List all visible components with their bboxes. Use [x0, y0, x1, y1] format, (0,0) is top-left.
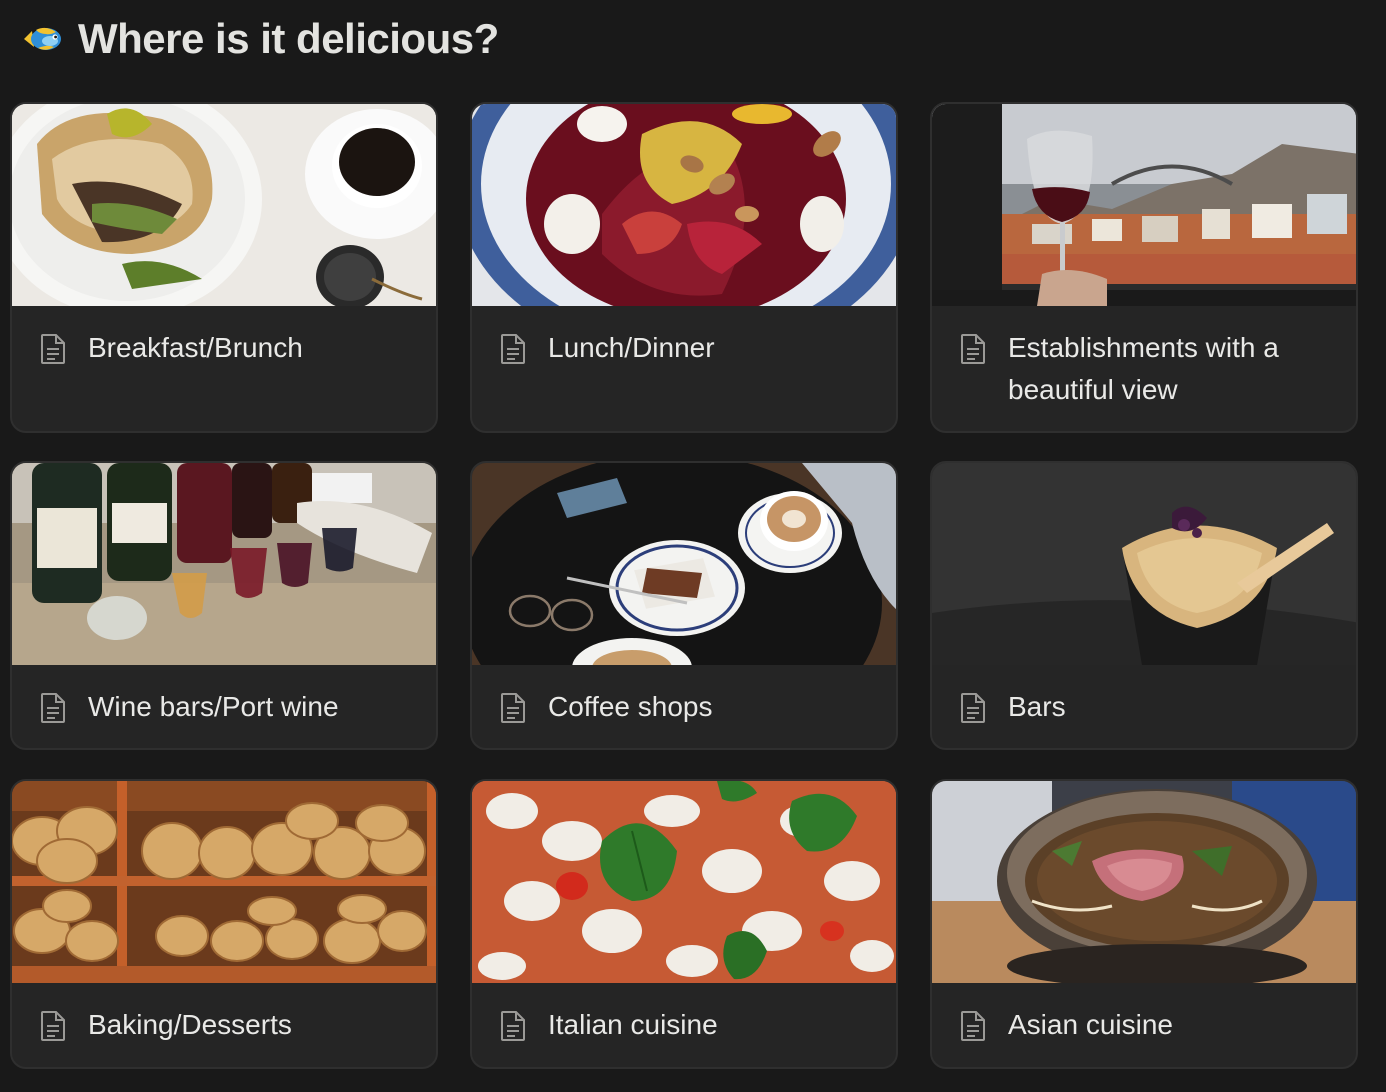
- card-cover-image: [932, 463, 1356, 665]
- card-cover-image: [472, 463, 896, 665]
- page-icon: [961, 693, 985, 723]
- gallery-card-asian-cuisine[interactable]: Asian cuisine: [930, 779, 1358, 1069]
- card-cover-image: [932, 781, 1356, 983]
- card-cover-image: [12, 781, 436, 983]
- card-cover-image: [932, 104, 1356, 306]
- beet-salad-photo: [472, 104, 896, 306]
- card-body: Coffee shops: [472, 665, 896, 748]
- gallery-card-wine-bars[interactable]: Wine bars/Port wine: [10, 461, 438, 750]
- gallery-card-coffee-shops[interactable]: Coffee shops: [470, 461, 898, 750]
- gallery-card-beautiful-view[interactable]: Establishments with a beautiful view: [930, 102, 1358, 433]
- bread-bakery-photo: [12, 781, 436, 983]
- card-title: Coffee shops: [548, 691, 713, 722]
- gallery-card-italian-cuisine[interactable]: Italian cuisine: [470, 779, 898, 1069]
- card-cover-image: [12, 104, 436, 306]
- card-body: Baking/Desserts: [12, 983, 436, 1067]
- card-body: Bars: [932, 665, 1356, 748]
- coffee-and-cake-photo: [472, 463, 896, 665]
- card-cover-image: [472, 104, 896, 306]
- card-title: Lunch/Dinner: [548, 332, 715, 363]
- card-body: Lunch/Dinner: [472, 306, 896, 431]
- card-title: Baking/Desserts: [88, 1009, 292, 1040]
- card-title: Bars: [1008, 691, 1066, 722]
- gallery-grid: Breakfast/Brunch Lunch/Dinner Establishm…: [0, 0, 1386, 1092]
- cocktail-dessert-photo: [932, 463, 1356, 665]
- page: Where is it delicious? Breakfast/Brunch …: [0, 0, 1386, 1092]
- page-icon: [961, 1011, 985, 1041]
- page-icon: [41, 1011, 65, 1041]
- gallery-card-bars[interactable]: Bars: [930, 461, 1358, 750]
- wine-glass-city-view-photo: [932, 104, 1356, 306]
- card-title: Establishments with a beautiful view: [1008, 332, 1279, 405]
- gallery-card-breakfast-brunch[interactable]: Breakfast/Brunch: [10, 102, 438, 433]
- card-body: Breakfast/Brunch: [12, 306, 436, 431]
- card-body: Italian cuisine: [472, 983, 896, 1067]
- page-icon: [501, 1011, 525, 1041]
- sandwich-and-coffee-photo: [12, 104, 436, 306]
- gallery-card-baking-desserts[interactable]: Baking/Desserts: [10, 779, 438, 1069]
- card-body: Establishments with a beautiful view: [932, 306, 1356, 431]
- page-icon: [501, 693, 525, 723]
- card-body: Asian cuisine: [932, 983, 1356, 1067]
- page-icon: [41, 693, 65, 723]
- card-title: Breakfast/Brunch: [88, 332, 303, 363]
- gallery-card-lunch-dinner[interactable]: Lunch/Dinner: [470, 102, 898, 433]
- card-title: Asian cuisine: [1008, 1009, 1173, 1040]
- port-wine-tasting-photo: [12, 463, 436, 665]
- card-body: Wine bars/Port wine: [12, 665, 436, 748]
- card-title: Wine bars/Port wine: [88, 691, 339, 722]
- card-cover-image: [472, 781, 896, 983]
- page-icon: [41, 334, 65, 364]
- page-icon: [961, 334, 985, 364]
- card-cover-image: [12, 463, 436, 665]
- card-title: Italian cuisine: [548, 1009, 718, 1040]
- pizza-photo: [472, 781, 896, 983]
- pho-bowl-photo: [932, 781, 1356, 983]
- page-icon: [501, 334, 525, 364]
